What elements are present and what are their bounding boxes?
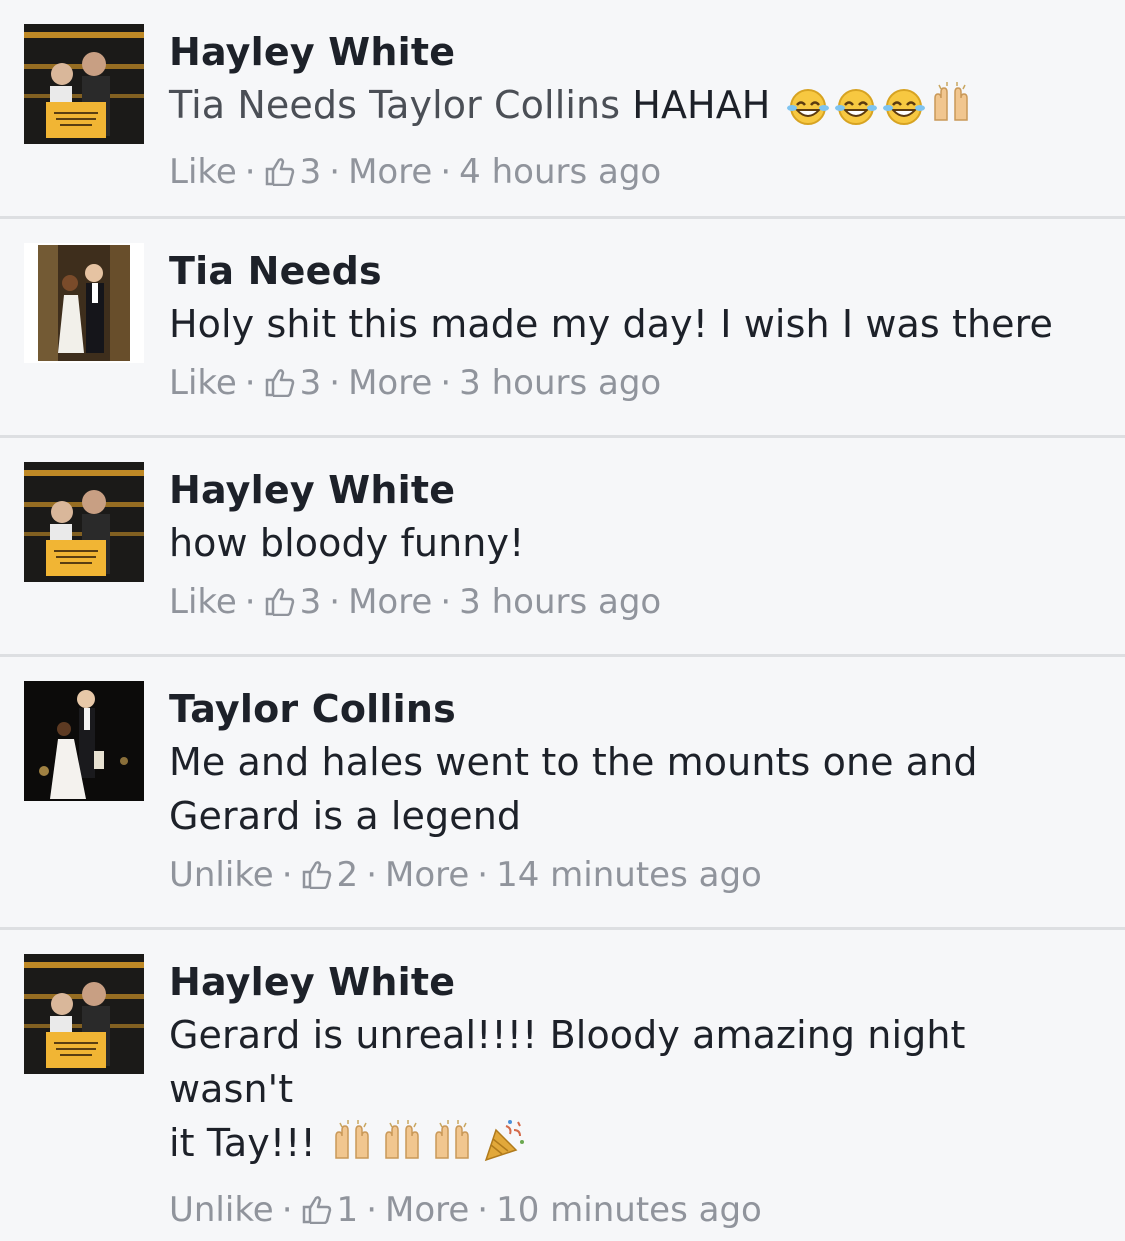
comment-text: Gerard is unreal!!!! Bloody amazing nigh…: [169, 1008, 1095, 1178]
comment: Taylor Collins Me and hales went to the …: [0, 657, 1125, 930]
timestamp[interactable]: 3 hours ago: [459, 363, 661, 403]
separator: ·: [281, 855, 293, 895]
separator: ·: [440, 363, 452, 403]
comment: Tia Needs Holy shit this made my day! I …: [0, 219, 1125, 438]
like-button[interactable]: Like: [169, 582, 237, 622]
comment-meta: Unlike · 2 · More · 14 minutes ago: [169, 847, 1095, 906]
comment-body: Hayley White Tia Needs Taylor Collins HA…: [169, 26, 1095, 203]
comment-meta: Like · 3 · More · 3 hours ago: [169, 574, 1095, 633]
comment-author[interactable]: Hayley White: [169, 464, 1095, 516]
separator: ·: [366, 1190, 377, 1230]
mention-link[interactable]: Tia Needs Taylor Collins: [169, 83, 620, 127]
timestamp[interactable]: 4 hours ago: [459, 152, 661, 192]
comment: Hayley White how bloody funny! Like · 3 · Mo…: [0, 438, 1125, 657]
separator: ·: [244, 363, 256, 403]
comment-author[interactable]: Hayley White: [169, 956, 1095, 1008]
separator: ·: [440, 582, 452, 622]
comment-body: Hayley White Gerard is unreal!!!! Bloody…: [169, 956, 1095, 1241]
tears-of-joy-emoji: [881, 86, 927, 140]
separator: ·: [244, 582, 256, 622]
thumbs-up-icon: [301, 1185, 333, 1241]
avatar-taylor-collins[interactable]: [24, 681, 144, 801]
separator: ·: [329, 363, 341, 403]
timestamp[interactable]: 3 hours ago: [459, 582, 661, 622]
raised-hands-emoji: [929, 80, 977, 140]
comment-text: Tia Needs Taylor Collins HAHAH: [169, 78, 1095, 140]
thumbs-up-icon: [264, 147, 296, 203]
raised-hands-emoji: [330, 1118, 378, 1178]
comment-thread: Hayley White Tia Needs Taylor Collins HA…: [0, 0, 1125, 1230]
like-button[interactable]: Like: [169, 363, 237, 403]
comment-text-line: it Tay!!!: [169, 1121, 316, 1165]
more-button[interactable]: More: [348, 152, 432, 192]
separator: ·: [244, 152, 256, 192]
separator: ·: [477, 1190, 489, 1230]
unlike-button[interactable]: Unlike: [169, 855, 274, 895]
separator: ·: [329, 582, 341, 622]
comment-text-line: Me and hales went to the mounts one and: [169, 740, 978, 784]
thumbs-up-icon: [264, 358, 296, 414]
comment: Hayley White Gerard is unreal!!!! Bloody…: [0, 930, 1125, 1230]
timestamp[interactable]: 10 minutes ago: [496, 1190, 762, 1230]
comment-meta: Unlike · 1 · More · 10 minutes ago: [169, 1182, 1095, 1241]
more-button[interactable]: More: [348, 363, 432, 403]
comment-text-line: Gerard is unreal!!!! Bloody amazing nigh…: [169, 1013, 966, 1111]
thumbs-up-icon: [301, 850, 333, 906]
like-count[interactable]: 3: [300, 363, 322, 403]
separator: ·: [440, 152, 452, 192]
comment-text-line: Gerard is a legend: [169, 794, 522, 838]
raised-hands-emoji: [430, 1118, 478, 1178]
avatar-hayley-white[interactable]: [24, 462, 144, 582]
comment-text-line-2: it Tay!!!: [169, 1116, 1095, 1178]
comment-author[interactable]: Tia Needs: [169, 245, 1095, 297]
comment-text-rest: HAHAH: [620, 83, 771, 127]
comment-text: Me and hales went to the mounts one and …: [169, 735, 1095, 843]
more-button[interactable]: More: [385, 1190, 469, 1230]
raised-hands-emoji: [380, 1118, 428, 1178]
comment: Hayley White Tia Needs Taylor Collins HA…: [0, 0, 1125, 219]
comment-meta: Like · 3 · More · 3 hours ago: [169, 355, 1095, 414]
like-button[interactable]: Like: [169, 152, 237, 192]
comment-meta: Like · 3 · More · 4 hours ago: [169, 144, 1095, 203]
timestamp[interactable]: 14 minutes ago: [496, 855, 762, 895]
comment-body: Taylor Collins Me and hales went to the …: [169, 683, 1095, 906]
thumbs-up-icon: [264, 577, 296, 633]
separator: ·: [366, 855, 377, 895]
like-count[interactable]: 1: [337, 1190, 359, 1230]
avatar-tia-needs[interactable]: [24, 243, 144, 363]
comment-author[interactable]: Taylor Collins: [169, 683, 1095, 735]
party-popper-emoji: [480, 1118, 528, 1178]
avatar-hayley-white[interactable]: [24, 954, 144, 1074]
comment-text: how bloody funny!: [169, 521, 525, 565]
comment-text: Holy shit this made my day! I wish I was…: [169, 302, 1053, 346]
more-button[interactable]: More: [385, 855, 469, 895]
avatar-hayley-white[interactable]: [24, 24, 144, 144]
separator: ·: [329, 152, 341, 192]
separator: ·: [281, 1190, 293, 1230]
separator: ·: [477, 855, 489, 895]
more-button[interactable]: More: [348, 582, 432, 622]
tears-of-joy-emoji: [833, 86, 879, 140]
like-count[interactable]: 2: [337, 855, 359, 895]
like-count[interactable]: 3: [300, 152, 322, 192]
tears-of-joy-emoji: [785, 86, 831, 140]
comment-author[interactable]: Hayley White: [169, 26, 1095, 78]
comment-body: Hayley White how bloody funny! Like · 3 · Mo…: [169, 464, 1095, 633]
comment-body: Tia Needs Holy shit this made my day! I …: [169, 245, 1095, 414]
like-count[interactable]: 3: [300, 582, 322, 622]
unlike-button[interactable]: Unlike: [169, 1190, 274, 1230]
